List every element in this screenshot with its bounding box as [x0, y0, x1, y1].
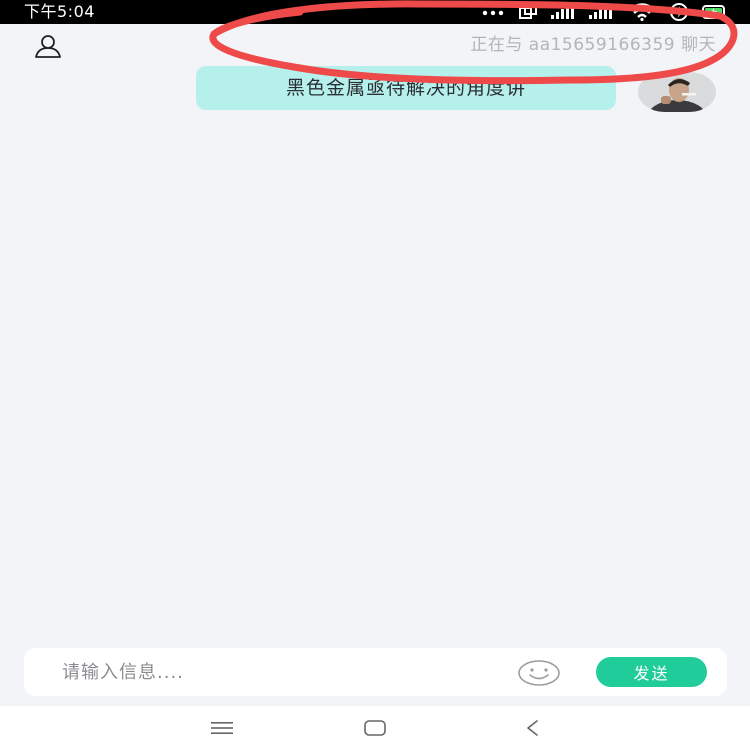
battery-icon [702, 5, 725, 19]
home-icon[interactable] [361, 718, 389, 738]
chat-title: 正在与 aa15659166359 聊天 [470, 35, 716, 55]
status-icons [482, 3, 728, 21]
message-input[interactable] [60, 656, 500, 688]
avatar[interactable] [638, 72, 716, 112]
message-bubble[interactable]: 黑色金属亟待解决的角度讲 [196, 66, 616, 110]
send-button[interactable]: 发送 [596, 657, 707, 687]
status-time: 下午5:04 [24, 2, 95, 21]
wifi-icon [629, 3, 655, 21]
menu-icon[interactable] [208, 718, 236, 738]
screen-icon [519, 4, 537, 19]
hd-signal-icon [589, 4, 612, 19]
person-icon[interactable] [34, 34, 62, 58]
smiley-icon[interactable] [517, 659, 561, 687]
back-icon[interactable] [519, 718, 547, 738]
input-bar: 发送 [24, 648, 727, 696]
data-icon [670, 3, 688, 21]
chat-header: 正在与 aa15659166359 聊天 [0, 24, 750, 68]
navigation-bar [0, 706, 750, 750]
message-row: 黑色金属亟待解决的角度讲 [0, 66, 750, 114]
status-bar: 下午5:04 [0, 0, 750, 24]
signal-icon [551, 4, 574, 19]
more-dots-icon [482, 10, 504, 16]
